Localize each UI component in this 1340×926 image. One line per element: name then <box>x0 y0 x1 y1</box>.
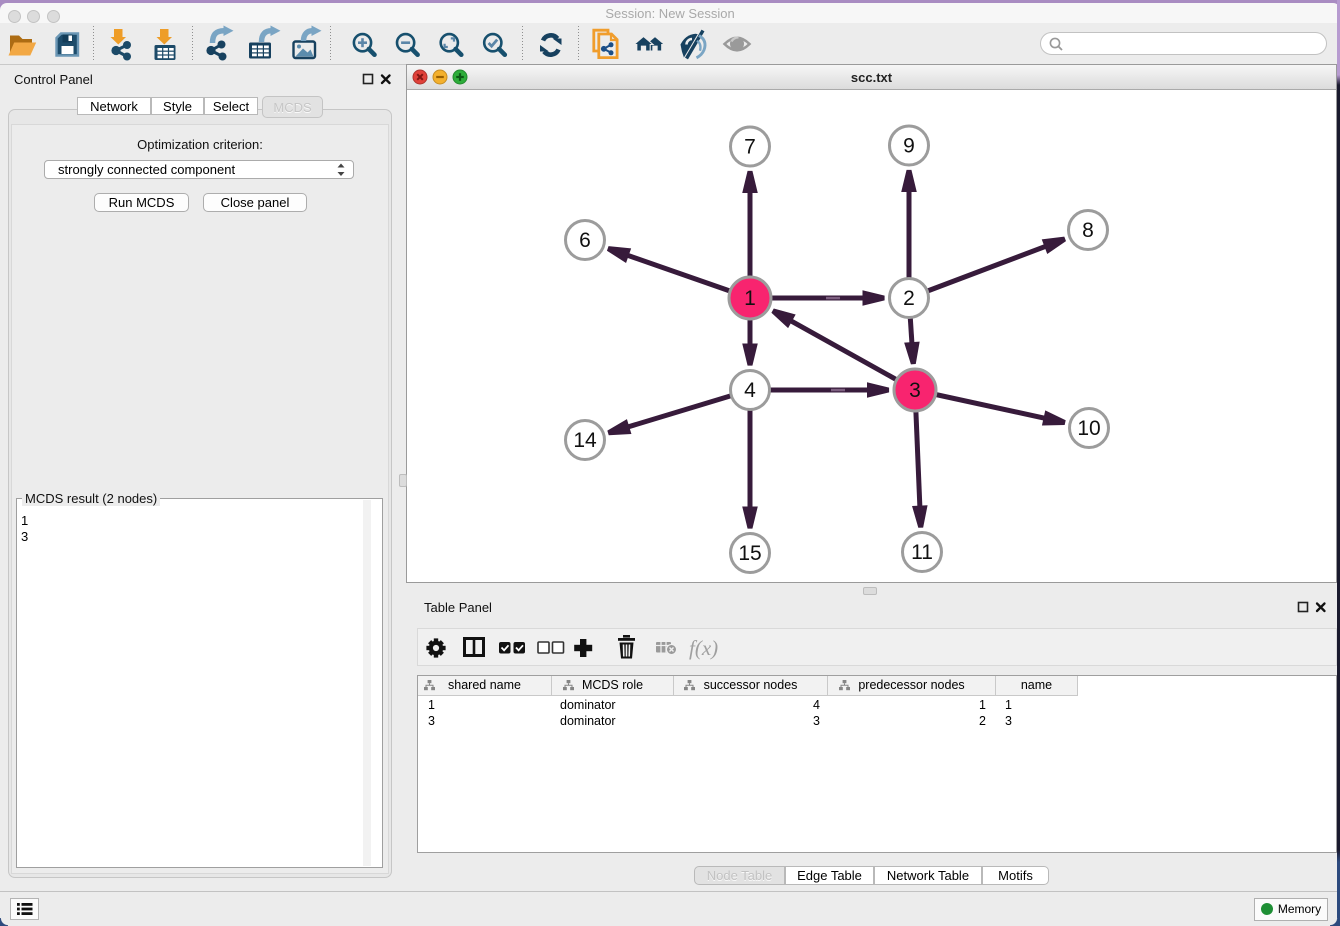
svg-text:1: 1 <box>744 287 756 310</box>
svg-text:6: 6 <box>579 229 591 252</box>
svg-text:9: 9 <box>903 135 915 158</box>
svg-text:15: 15 <box>738 542 761 565</box>
svg-text:7: 7 <box>744 136 756 159</box>
svg-text:3: 3 <box>909 379 921 402</box>
svg-text:14: 14 <box>573 429 597 452</box>
svg-text:10: 10 <box>1077 417 1100 440</box>
svg-text:11: 11 <box>911 541 933 564</box>
svg-text:f(x): f(x) <box>689 636 718 660</box>
svg-text:4: 4 <box>744 379 756 402</box>
svg-text:8: 8 <box>1082 219 1094 242</box>
svg-text:2: 2 <box>903 287 915 310</box>
